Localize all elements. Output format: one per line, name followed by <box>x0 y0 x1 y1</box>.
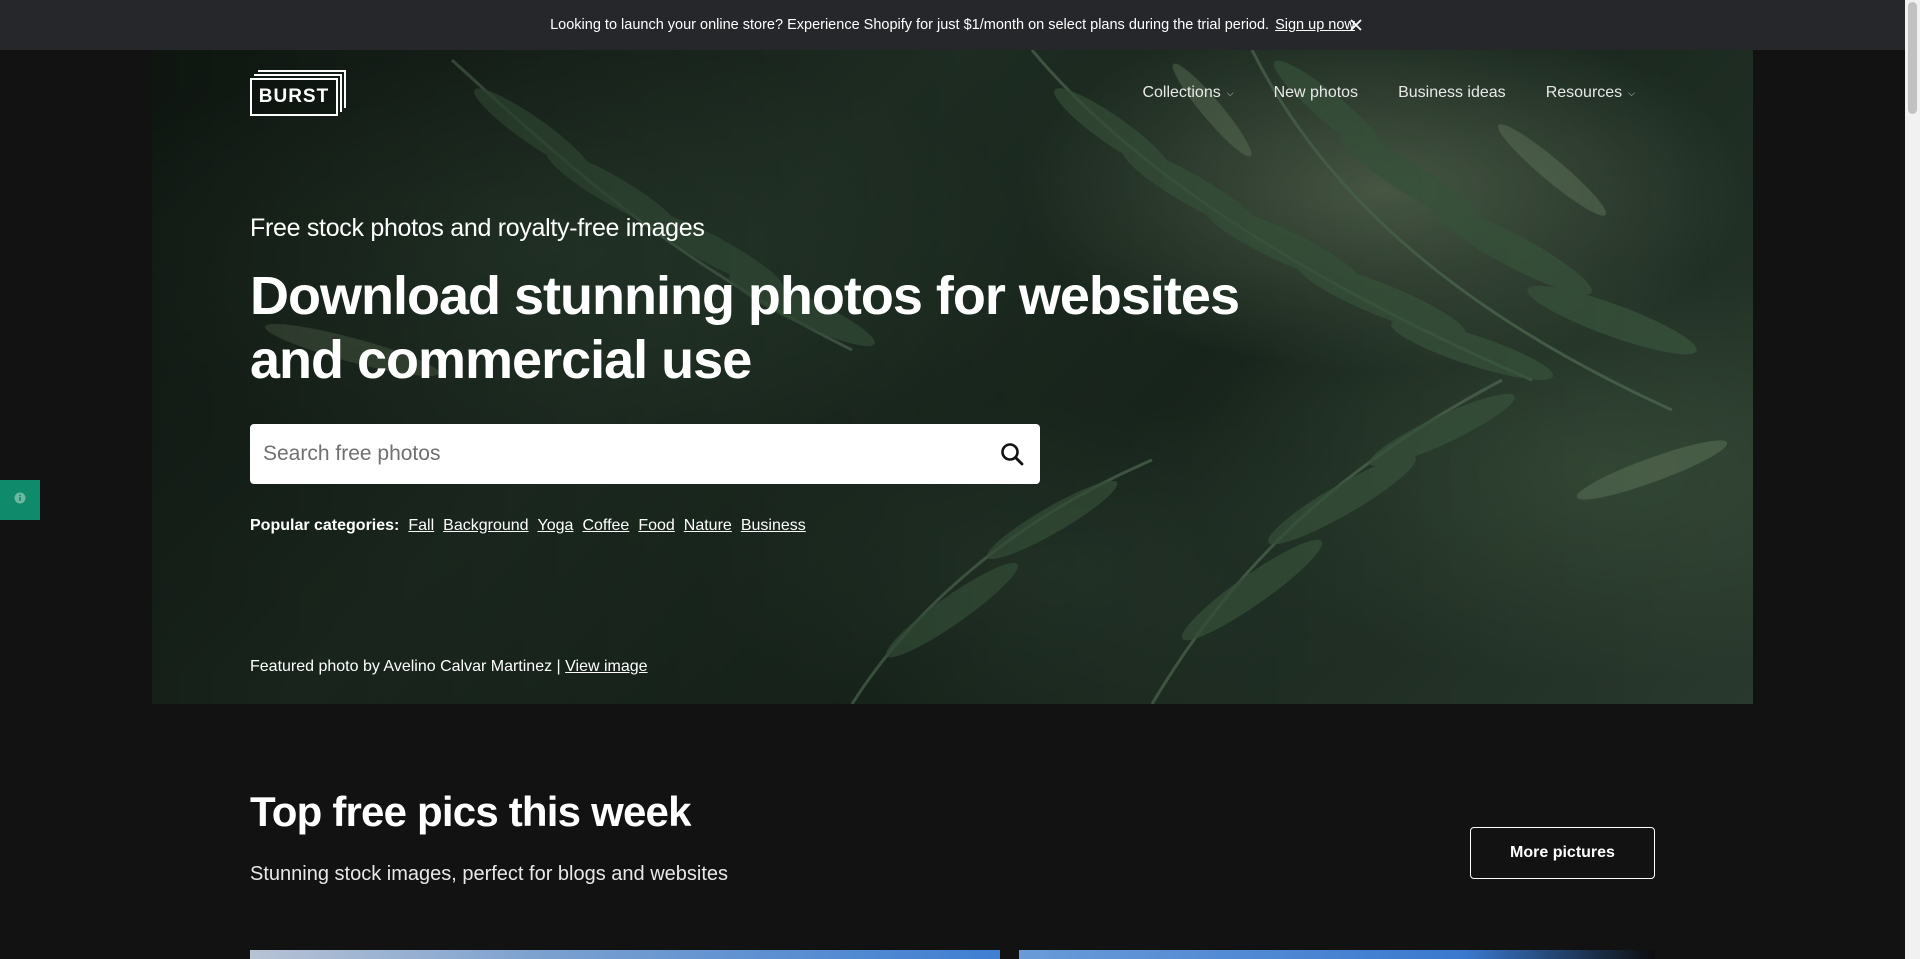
category-link[interactable]: Fall <box>408 517 434 535</box>
nav-resources[interactable]: Resources ⌵ <box>1546 84 1635 102</box>
burst-logo[interactable]: BURST <box>250 70 346 116</box>
nav-business-ideas[interactable]: Business ideas <box>1398 84 1506 102</box>
category-link[interactable]: Food <box>638 517 674 535</box>
photo-thumbnail[interactable] <box>1019 950 1655 959</box>
nav-new-photos[interactable]: New photos <box>1274 84 1359 102</box>
page-scrollbar[interactable] <box>1905 0 1920 959</box>
feedback-tab[interactable] <box>0 480 40 520</box>
hero-banner: BURST Collections ⌵ New photos Business … <box>152 50 1753 704</box>
category-link[interactable]: Nature <box>684 517 732 535</box>
hero-kicker: Free stock photos and royalty-free image… <box>250 214 705 242</box>
close-icon[interactable] <box>1346 15 1366 35</box>
announcement-message: Looking to launch your online store? Exp… <box>550 17 1270 33</box>
hero-headline: Download stunning photos for websites an… <box>250 266 1240 390</box>
popular-categories: Popular categories: Fall Background Yoga… <box>250 517 806 535</box>
section-title: Top free pics this week <box>250 788 691 835</box>
search-bar <box>250 424 1040 484</box>
sign-up-link[interactable]: Sign up now <box>1275 17 1355 33</box>
category-link[interactable]: Background <box>443 517 528 535</box>
more-pictures-button[interactable]: More pictures <box>1470 827 1655 879</box>
view-image-link[interactable]: View image <box>565 658 647 675</box>
category-link[interactable]: Yoga <box>538 517 574 535</box>
logo-text: BURST <box>250 78 338 116</box>
search-icon[interactable] <box>984 424 1040 484</box>
featured-credit-text: Featured photo by Avelino Calvar Martine… <box>250 658 561 675</box>
category-link[interactable]: Coffee <box>582 517 629 535</box>
main-nav: Collections ⌵ New photos Business ideas … <box>1142 84 1635 102</box>
photo-thumbnail[interactable] <box>250 950 1000 959</box>
scrollbar-thumb[interactable] <box>1908 2 1917 114</box>
section-subtitle: Stunning stock images, perfect for blogs… <box>250 863 729 885</box>
featured-photo-credit: Featured photo by Avelino Calvar Martine… <box>250 658 648 676</box>
announcement-bar: Looking to launch your online store? Exp… <box>0 0 1905 50</box>
info-icon <box>14 491 26 509</box>
chevron-down-icon: ⌵ <box>1628 87 1635 98</box>
category-link[interactable]: Business <box>741 517 806 535</box>
nav-collections[interactable]: Collections ⌵ <box>1142 84 1233 102</box>
chevron-down-icon: ⌵ <box>1226 87 1234 98</box>
popular-categories-label: Popular categories: <box>250 517 400 534</box>
search-input[interactable] <box>250 424 984 484</box>
